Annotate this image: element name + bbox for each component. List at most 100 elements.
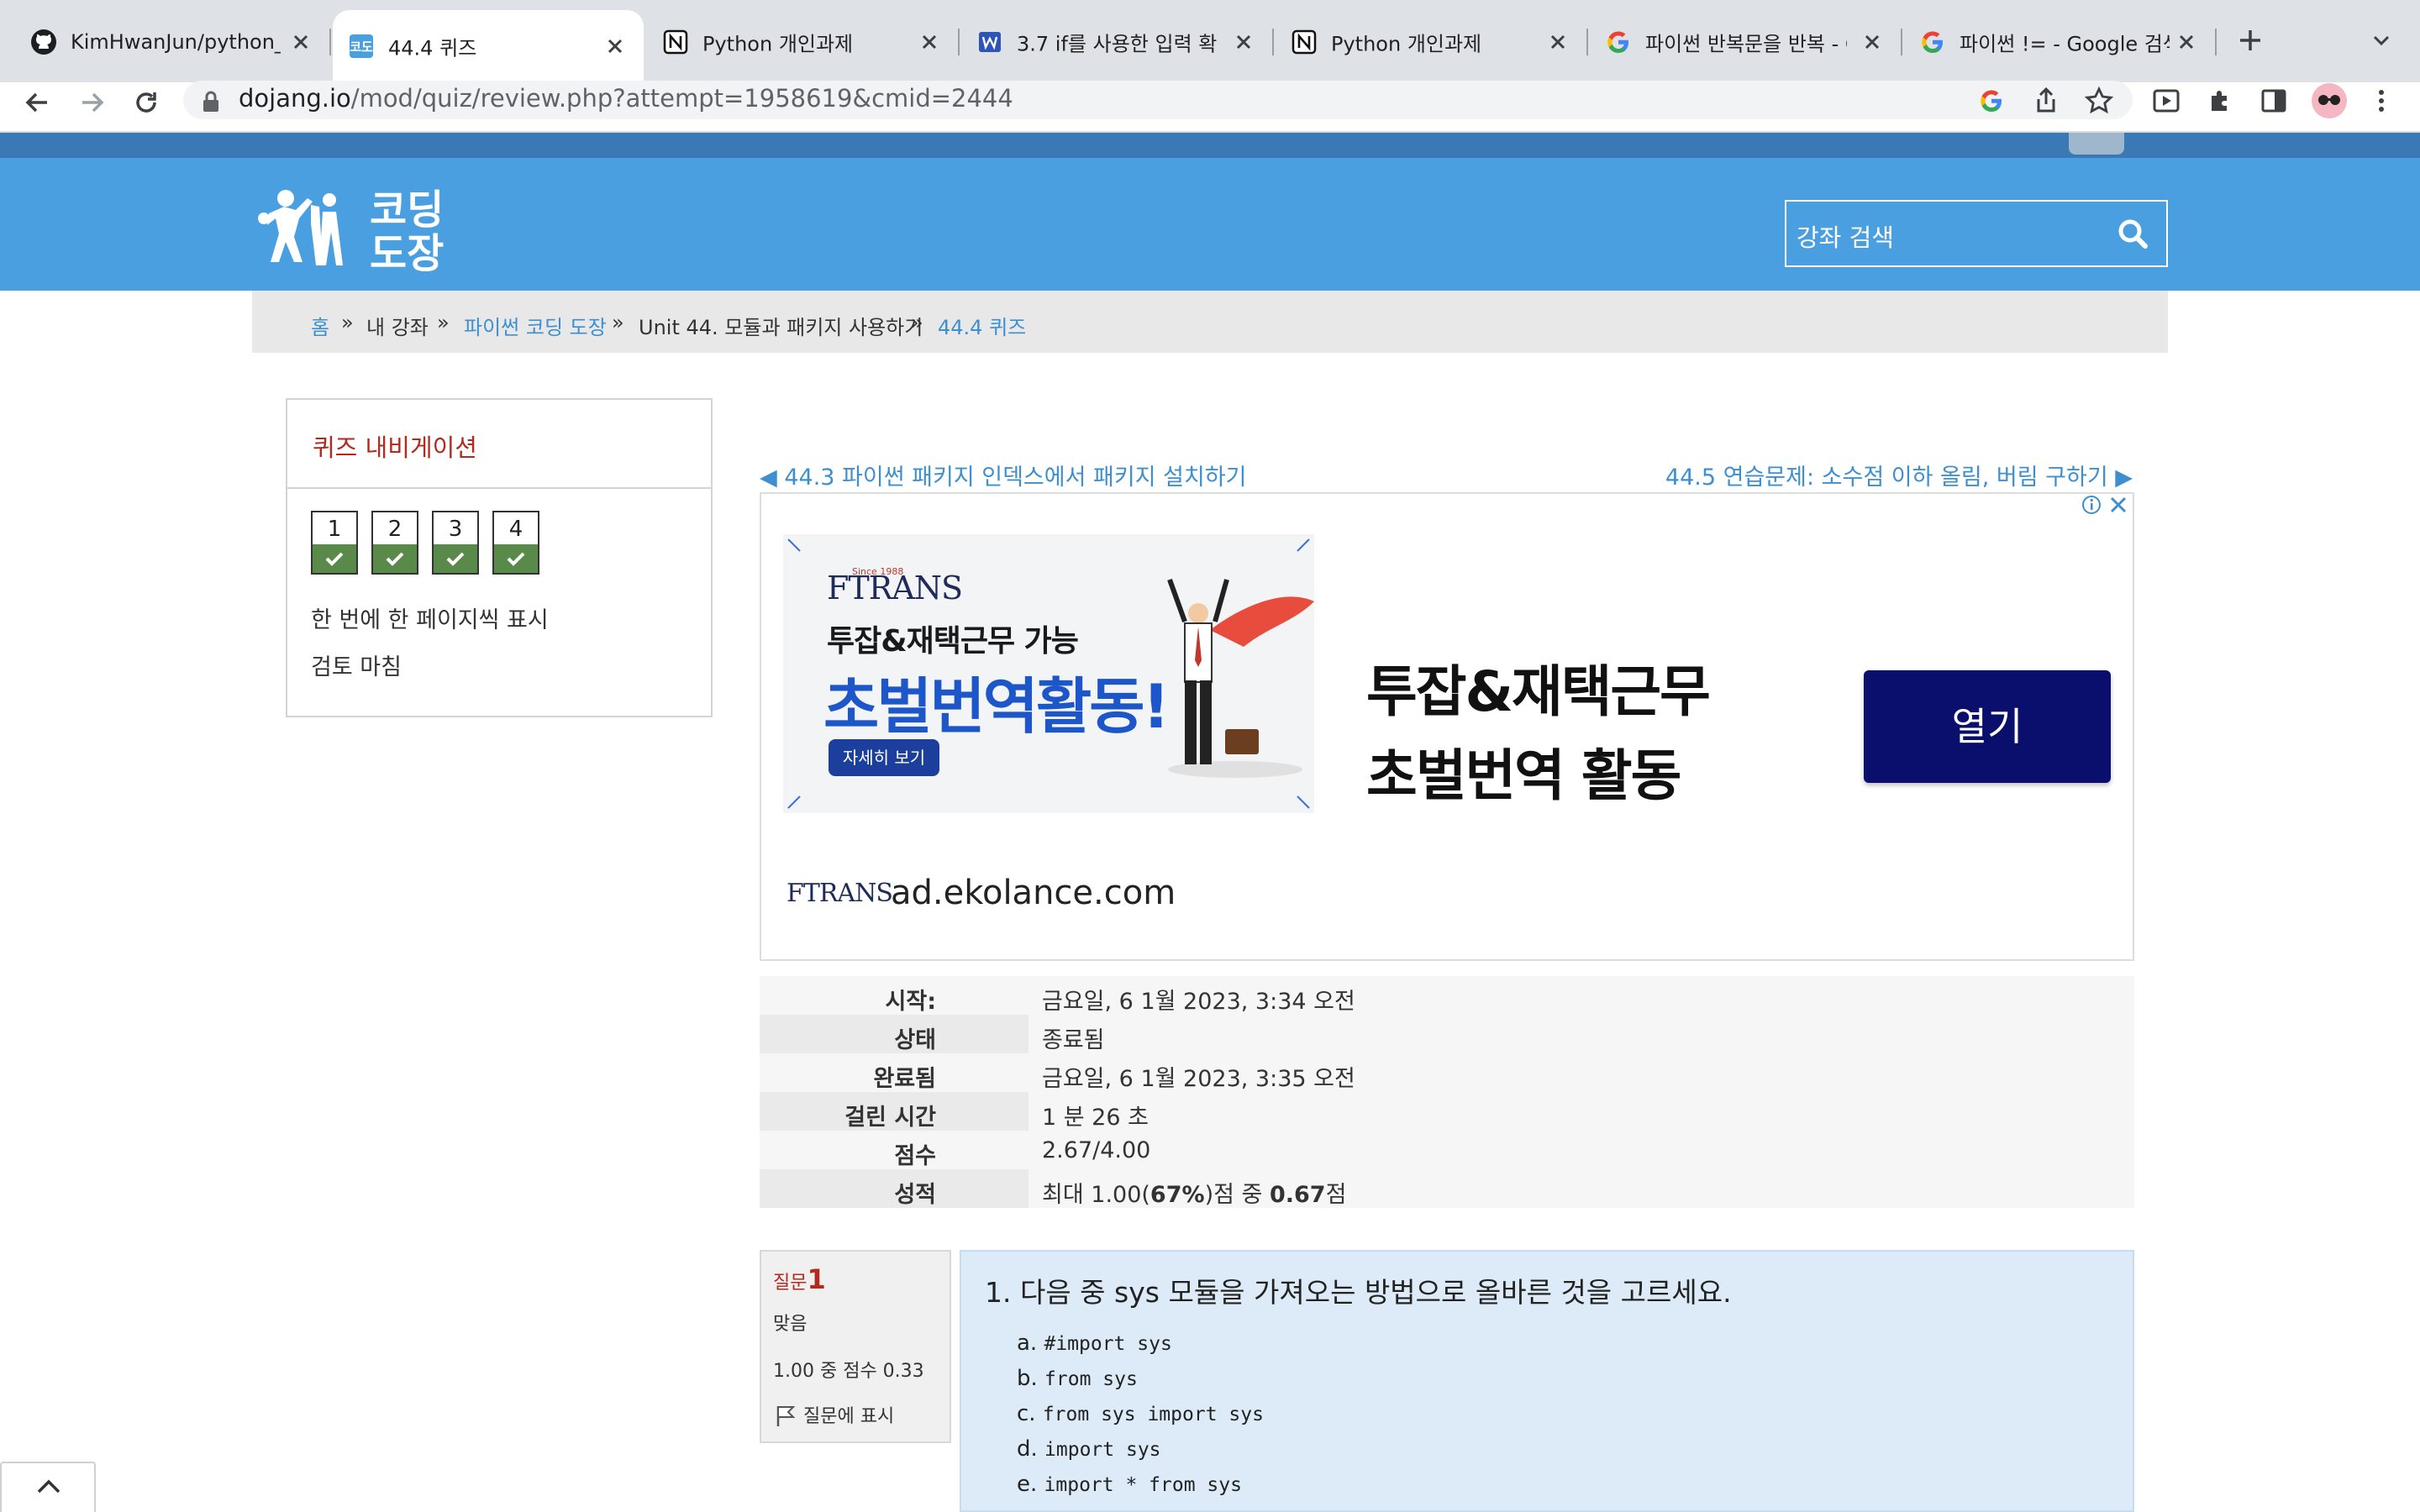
navigation-buttons xyxy=(0,82,8,83)
tab-search-chevron-icon[interactable] xyxy=(2370,29,2393,52)
ad-more-button[interactable]: 자세히 보기 xyxy=(829,739,939,776)
google-translate-icon[interactable] xyxy=(1978,87,2005,114)
finish-review-link[interactable]: 검토 마침 xyxy=(311,648,402,681)
option-code: import sys xyxy=(1044,1439,1161,1461)
close-tab-icon[interactable] xyxy=(1860,30,1884,54)
next-lesson-link[interactable]: 44.5 연습문제: 소수점 이하 올림, 버림 구하기 ▶ xyxy=(1665,459,2133,491)
breadcrumb-separator: » xyxy=(612,311,624,334)
flag-question-link[interactable]: 질문에 표시 xyxy=(803,1401,894,1428)
ad-headline-line-1[interactable]: 투잡&재택근무 xyxy=(1366,647,1711,727)
media-router-icon[interactable] xyxy=(2151,86,2181,116)
grade-percent: 67% xyxy=(1150,1182,1205,1208)
summary-row-completed: 완료됨 금요일, 6 1월 2023, 3:35 오전 xyxy=(760,1053,2134,1092)
site-logo[interactable]: 코딩 도장 xyxy=(252,180,462,272)
option-letter: d. xyxy=(1017,1436,1038,1462)
option-code: from sys import sys xyxy=(1042,1404,1264,1425)
profile-avatar-icon[interactable] xyxy=(2311,82,2348,119)
notion-icon xyxy=(1291,29,1318,55)
quiz-nav-question-3[interactable]: 3 xyxy=(432,511,479,575)
quiz-navigation-title: 퀴즈 내비게이션 xyxy=(313,433,477,462)
ad-info-icon[interactable] xyxy=(2081,494,2102,516)
close-tab-icon[interactable] xyxy=(1546,30,1570,54)
chevron-up-icon xyxy=(34,1475,64,1497)
back-arrow-icon[interactable] xyxy=(20,86,54,119)
tab-title: 파이썬 != - Google 검색 xyxy=(1960,32,2170,56)
grade-score: 0.67 xyxy=(1269,1182,1326,1208)
tab-separator xyxy=(1272,29,1274,55)
summary-row-started: 시작: 금요일, 6 1월 2023, 3:34 오전 xyxy=(760,976,2134,1015)
summary-label: 시작: xyxy=(885,989,936,1015)
question-label: 질문 xyxy=(773,1273,808,1294)
breadcrumb-my-courses[interactable]: 내 강좌 xyxy=(366,311,429,340)
summary-label: 성적 xyxy=(894,1182,936,1208)
search-icon[interactable] xyxy=(2116,217,2149,250)
quiz-nav-question-1[interactable]: 1 xyxy=(311,511,358,575)
tab-notion-1[interactable]: Python 개인과제 xyxy=(647,12,958,72)
url-path: /mod/quiz/review.php?attempt=1958619&cmi… xyxy=(350,84,1013,113)
browser-menu-icon[interactable] xyxy=(2371,86,2391,116)
close-tab-icon[interactable] xyxy=(918,30,941,54)
summary-label: 점수 xyxy=(894,1143,936,1169)
option-letter: a. xyxy=(1017,1331,1038,1356)
ad-open-button[interactable]: 열기 xyxy=(1864,670,2111,783)
ad-person-illustration xyxy=(1167,578,1314,778)
option-code: #import sys xyxy=(1044,1333,1172,1355)
summary-label: 완료됨 xyxy=(873,1066,936,1092)
flag-icon[interactable] xyxy=(775,1403,797,1428)
check-icon xyxy=(313,544,356,573)
row-value-bg xyxy=(1028,1015,2134,1053)
logo-line-2: 도장 xyxy=(370,230,444,272)
answer-option-e[interactable]: e. import * from sys xyxy=(1017,1472,1242,1497)
ad-domain[interactable]: ad.ekolance.com xyxy=(891,874,1176,912)
scroll-to-top-button[interactable] xyxy=(0,1462,96,1512)
close-tab-icon[interactable] xyxy=(2175,30,2198,54)
show-one-page-link[interactable]: 한 번에 한 페이지씩 표시 xyxy=(311,601,549,634)
option-code: from sys xyxy=(1044,1368,1138,1390)
reload-icon[interactable] xyxy=(129,86,163,119)
answer-option-d[interactable]: d. import sys xyxy=(1017,1436,1161,1462)
answer-option-b[interactable]: b. from sys xyxy=(1017,1366,1138,1391)
tab-separator xyxy=(1586,29,1588,55)
tab-github[interactable]: KimHwanJun/python_ xyxy=(0,12,328,72)
google-icon xyxy=(1605,29,1632,55)
tab-google-search-2[interactable]: 파이썬 != - Google 검색 xyxy=(1904,12,2215,72)
logo-line-1: 코딩 xyxy=(370,186,444,234)
svg-text:코도: 코도 xyxy=(350,39,373,55)
breadcrumb-course[interactable]: 파이썬 코딩 도장 xyxy=(464,311,607,340)
ad-banner-line-1: 투잡&재택근무 가능 xyxy=(827,624,1079,659)
question-number: 3 xyxy=(448,517,463,542)
grade-prefix: 최대 1.00( xyxy=(1042,1182,1150,1208)
grade-mid: )점 중 xyxy=(1204,1182,1270,1208)
answer-option-a[interactable]: a. #import sys xyxy=(1017,1331,1172,1356)
tab-notion-2[interactable]: Python 개인과제 xyxy=(1276,12,1586,72)
extensions-puzzle-icon[interactable] xyxy=(2205,86,2235,116)
breadcrumb-home[interactable]: 홈 xyxy=(311,311,329,340)
tab-wikidocs[interactable]: 3.7 if를 사용한 입력 확인 xyxy=(961,12,1272,72)
check-icon xyxy=(373,544,417,573)
close-tab-icon[interactable] xyxy=(1232,30,1255,54)
tab-google-search-1[interactable]: 파이썬 반복문을 반복 - G xyxy=(1590,12,1901,72)
option-letter: c. xyxy=(1017,1401,1036,1426)
ad-advertiser-logo[interactable]: FTRANS xyxy=(786,879,893,908)
check-icon xyxy=(494,544,538,573)
tab-quiz-active[interactable]: 코도 44.4 퀴즈 xyxy=(333,10,644,82)
previous-lesson-link[interactable]: ◀ 44.3 파이썬 패키지 인덱스에서 패키지 설치하기 xyxy=(760,459,1247,491)
url-text[interactable]: dojang.io/mod/quiz/review.php?attempt=19… xyxy=(239,84,1013,113)
forward-arrow-icon[interactable] xyxy=(76,86,109,119)
close-tab-icon[interactable] xyxy=(289,30,313,54)
answer-option-c[interactable]: c. from sys import sys xyxy=(1017,1401,1264,1426)
breadcrumb-unit[interactable]: Unit 44. 모듈과 패키지 사용하기 xyxy=(639,311,923,340)
question-number: 1 xyxy=(327,517,342,542)
close-tab-icon[interactable] xyxy=(603,34,627,58)
lock-icon[interactable] xyxy=(200,89,222,114)
ad-headline-line-2[interactable]: 초벌번역 활동 xyxy=(1366,731,1681,811)
ad-close-icon[interactable] xyxy=(2107,494,2129,516)
bookmark-star-icon[interactable] xyxy=(2084,86,2114,116)
new-tab-icon[interactable] xyxy=(2235,25,2265,55)
quiz-nav-question-2[interactable]: 2 xyxy=(371,511,418,575)
quiz-nav-question-4[interactable]: 4 xyxy=(492,511,539,575)
share-icon[interactable] xyxy=(2032,86,2060,116)
user-menu-stub[interactable] xyxy=(2069,133,2124,155)
breadcrumb-quiz[interactable]: 44.4 퀴즈 xyxy=(938,311,1026,340)
side-panel-icon[interactable] xyxy=(2259,86,2289,116)
